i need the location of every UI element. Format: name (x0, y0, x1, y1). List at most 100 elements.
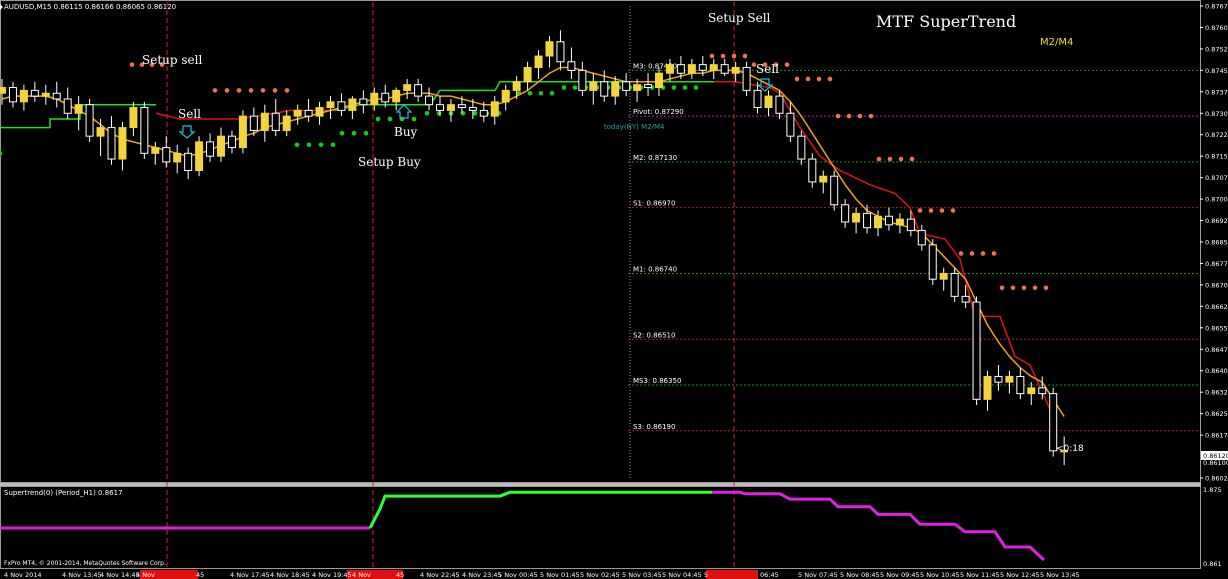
supertrend-dot (682, 85, 688, 90)
supertrend-dot (212, 88, 218, 93)
chart-title: MTF SuperTrend (876, 12, 1016, 31)
supertrend-dot (805, 76, 811, 82)
supertrend-dot (720, 53, 726, 59)
supertrend-dot (351, 130, 357, 136)
pivot-level-label: S1: 0.86970 (633, 200, 675, 208)
supertrend-dot (1032, 285, 1038, 291)
pivot-level-label: M2: 0.87130 (633, 154, 677, 162)
candle-body (206, 141, 215, 157)
candle-body (622, 81, 631, 91)
supertrend-dot (742, 53, 748, 59)
supertrend-dot (731, 53, 737, 59)
candle-body (512, 81, 521, 91)
supertrend-dot (375, 116, 381, 122)
candle-body (972, 301, 981, 400)
candle-body (742, 67, 751, 91)
candle-body (74, 104, 83, 114)
candle-body (425, 95, 434, 106)
candle-body (162, 147, 171, 163)
price-tick-label: 0.86775 (1205, 260, 1228, 268)
supertrend-dot (958, 251, 964, 256)
supertrend-dot (260, 88, 266, 93)
candle-body (151, 147, 160, 154)
symbol-info: AUDUSD,M15 0.86115 0.86166 0.86065 0.861… (4, 3, 176, 11)
candle-body (1049, 393, 1058, 452)
price-tick-label: 0.86400 (1205, 367, 1228, 375)
supertrend-dot (950, 208, 956, 213)
candle-body (994, 375, 1003, 383)
time-tick-label: 4 Nov (136, 571, 155, 579)
indicator-scale-bottom: 0.861 (1203, 560, 1222, 568)
countdown-label: <0:18 (1056, 444, 1084, 454)
candle-body (1005, 375, 1014, 383)
candle-body (359, 98, 368, 106)
supertrend-dot (387, 116, 393, 122)
candle-body (928, 244, 937, 280)
supertrend-dot (424, 110, 430, 116)
candle-body (556, 41, 565, 63)
candle-body (720, 64, 729, 74)
candle-body (698, 64, 707, 71)
supertrend-dot (991, 251, 997, 256)
supertrend-dot (794, 76, 800, 82)
price-tick-label: 0.87000 (1205, 196, 1228, 204)
candle-body (501, 89, 510, 103)
candle-body (676, 64, 685, 74)
candle-body (644, 84, 653, 89)
time-tick-label: 5 Nov 04:45 (662, 571, 702, 579)
candle-body (983, 375, 992, 400)
buy-label-1: Buy (394, 125, 418, 139)
candle-body (906, 218, 915, 232)
price-tick-label: 0.87225 (1205, 131, 1228, 139)
candle-body (709, 64, 718, 71)
candle-body (348, 98, 357, 111)
candle-body (731, 67, 740, 74)
supertrend-dot (318, 142, 324, 148)
candle-body (490, 101, 499, 117)
price-tick-label: 0.86325 (1205, 389, 1228, 397)
candle-body (107, 127, 116, 160)
time-tick-label: 5 Nov 10:45 (920, 571, 960, 579)
candle-body (841, 204, 850, 223)
supertrend-dot (999, 285, 1005, 291)
candle-body (436, 104, 444, 111)
supertrend-dot (671, 85, 677, 90)
candle-body (403, 84, 412, 91)
sell-label-2: Sell (756, 62, 779, 76)
time-tick-label: 4 Nov 13:45 (62, 571, 102, 579)
time-tick-label: 5 Nov 12:45 (1000, 571, 1040, 579)
candle-body (884, 215, 893, 226)
supertrend-dot (436, 110, 442, 116)
candle-body (392, 89, 401, 103)
candle-body (238, 115, 247, 149)
supertrend-dot (472, 110, 478, 116)
candle-body (337, 101, 346, 111)
mode-label: M2/M4 (1040, 37, 1073, 48)
time-tick-label: 4 Nov 18:45 (270, 571, 310, 579)
candle-body (468, 107, 477, 111)
supertrend-dot (460, 110, 466, 116)
supertrend-dot (917, 208, 923, 213)
supertrend-dot (224, 88, 230, 93)
time-tick-label: 5 Nov 08:45 (840, 571, 880, 579)
time-tick-label: 4 Nov 2014 (4, 571, 42, 579)
supertrend-dot (306, 142, 312, 148)
candle-body (96, 127, 105, 137)
supertrend-dot (939, 208, 945, 213)
supertrend-dot (969, 251, 975, 256)
time-tick-label: 5 Nov 00:45 (498, 571, 538, 579)
setup-buy-label: Setup Buy (358, 155, 421, 169)
time-tick-label: 4 Nov 19:45 (312, 571, 352, 579)
candle-body (457, 104, 466, 109)
candle-body (600, 81, 609, 97)
candle-body (140, 107, 149, 154)
candle-body (655, 72, 663, 89)
candle-body (545, 41, 554, 57)
price-tick-label: 0.87450 (1205, 67, 1228, 75)
chart-window: M3: 0.87450Pivot: 0.87290M2: 0.87130S1: … (0, 0, 1228, 579)
candle-body (830, 175, 839, 206)
candle-body (578, 69, 587, 91)
price-tick-label: 0.86550 (1205, 324, 1228, 332)
sell-label-1: Sell (178, 107, 201, 121)
candle-body (874, 215, 882, 229)
